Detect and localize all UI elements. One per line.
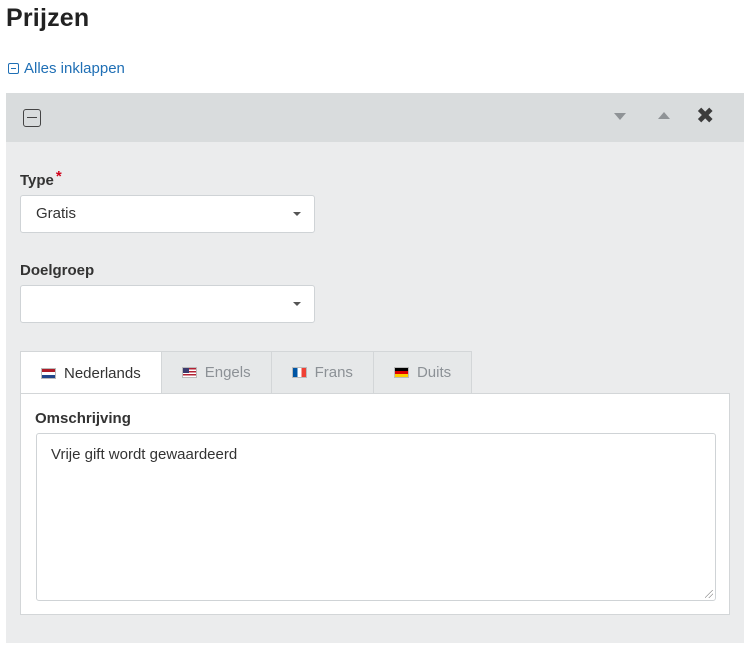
description-textarea[interactable]: Vrije gift wordt gewaardeerd bbox=[36, 433, 716, 601]
collapse-all-label: Alles inklappen bbox=[24, 60, 125, 77]
type-select-value: Gratis bbox=[36, 205, 77, 222]
caret-down-icon bbox=[293, 212, 301, 216]
tab-label: Frans bbox=[314, 364, 353, 381]
required-marker: * bbox=[55, 168, 62, 185]
language-tabs: Nederlands Engels Frans Duits bbox=[20, 351, 473, 394]
tab-label: Engels bbox=[204, 364, 251, 381]
audience-select[interactable] bbox=[20, 285, 315, 323]
collapse-square-icon bbox=[8, 63, 19, 74]
tab-frans[interactable]: Frans bbox=[270, 351, 374, 393]
description-label: Omschrijving bbox=[35, 410, 131, 427]
tab-content: Omschrijving Vrije gift wordt gewaardeer… bbox=[20, 393, 730, 615]
description-text: Vrije gift wordt gewaardeerd bbox=[51, 446, 238, 463]
tab-label: Duits bbox=[416, 364, 452, 381]
type-label: Type * bbox=[20, 168, 62, 189]
type-select[interactable]: Gratis bbox=[20, 195, 315, 233]
fr-flag-icon bbox=[291, 367, 307, 378]
price-panel: ✖ Type * Gratis Doelgroep Nederlands Enge… bbox=[6, 93, 744, 643]
audience-label: Doelgroep bbox=[20, 262, 95, 279]
collapse-square-icon[interactable] bbox=[23, 109, 41, 127]
close-icon[interactable]: ✖ bbox=[696, 104, 714, 128]
type-label-text: Type bbox=[20, 172, 54, 189]
tab-label: Nederlands bbox=[64, 364, 141, 382]
tab-engels[interactable]: Engels bbox=[160, 351, 272, 393]
panel-header: ✖ bbox=[6, 93, 744, 142]
us-flag-icon bbox=[181, 367, 197, 378]
page-title: Prijzen bbox=[6, 4, 90, 32]
collapse-all-link[interactable]: Alles inklappen bbox=[8, 60, 125, 77]
move-down-icon[interactable] bbox=[614, 113, 626, 120]
nl-flag-icon bbox=[41, 367, 56, 379]
caret-down-icon bbox=[293, 302, 301, 306]
tab-duits[interactable]: Duits bbox=[372, 351, 473, 393]
tab-nederlands[interactable]: Nederlands bbox=[20, 351, 162, 394]
de-flag-icon bbox=[393, 367, 409, 378]
move-up-icon[interactable] bbox=[658, 112, 670, 119]
resize-handle-icon[interactable] bbox=[705, 590, 713, 598]
